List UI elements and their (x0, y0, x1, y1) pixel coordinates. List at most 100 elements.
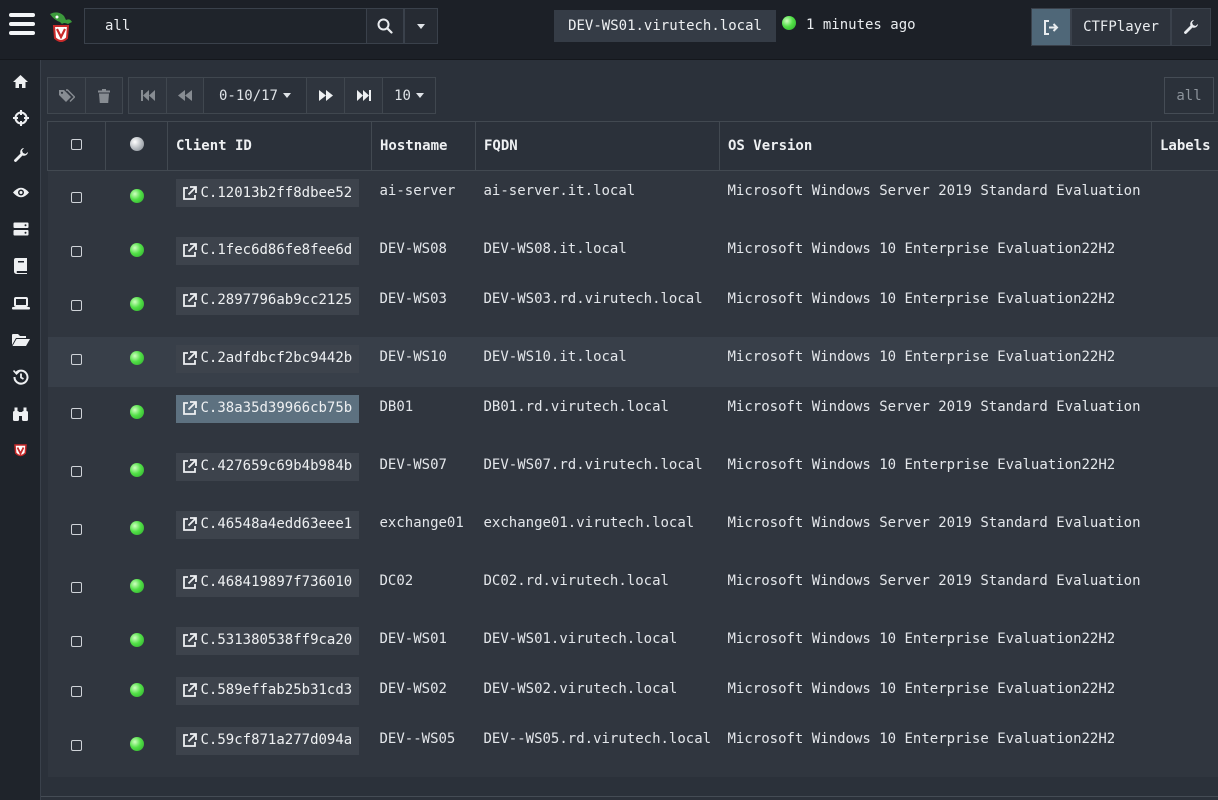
row-checkbox[interactable] (71, 582, 82, 593)
column-header-fqdn[interactable]: FQDN (475, 121, 720, 171)
labels-cell (1152, 445, 1218, 503)
label-clients-button[interactable] (47, 77, 86, 114)
sidebar-item-artifacts[interactable] (0, 141, 41, 169)
online-status-icon (129, 405, 144, 419)
page-size-dropdown[interactable]: 10 (382, 77, 436, 114)
user-menu: CTFPlayer (1031, 8, 1211, 46)
row-select-cell (48, 445, 106, 503)
row-checkbox[interactable] (71, 408, 82, 419)
status-header[interactable] (105, 121, 168, 171)
table-row[interactable]: C.427659c69b4b984b DEV-WS07 DEV-WS07.rd.… (47, 444, 1218, 503)
table-row[interactable]: C.59cf871a277d094a DEV--WS05 DEV--WS05.r… (47, 718, 1218, 777)
table-row[interactable]: C.12013b2ff8dbee52 ai-server ai-server.i… (47, 170, 1218, 229)
labels-cell (1152, 619, 1218, 669)
table-row[interactable]: C.38a35d39966cb75b DB01 DB01.rd.virutech… (47, 386, 1218, 445)
table-row[interactable]: C.468419897f736010 DC02 DC02.rd.virutech… (47, 560, 1218, 619)
client-id-link[interactable]: C.2897796ab9cc2125 (175, 286, 360, 315)
column-header-labels[interactable]: Labels (1151, 121, 1218, 171)
row-checkbox[interactable] (71, 524, 82, 535)
search-input[interactable] (84, 8, 366, 44)
table-filter-input[interactable] (1164, 77, 1214, 114)
sidebar-item-notebooks[interactable] (0, 252, 41, 280)
client-id-text: C.2897796ab9cc2125 (200, 292, 353, 308)
caret-down-icon (415, 93, 424, 98)
username-label[interactable]: CTFPlayer (1071, 8, 1171, 46)
table-row[interactable]: C.589effab25b31cd3 DEV-WS02 DEV-WS02.vir… (47, 668, 1218, 719)
search-dropdown-button[interactable] (404, 8, 438, 44)
hostname-cell: DC02 (379, 572, 414, 589)
row-checkbox[interactable] (71, 246, 82, 257)
velociraptor-logo[interactable] (44, 10, 78, 46)
client-id-link[interactable]: C.12013b2ff8dbee52 (175, 179, 360, 207)
menu-toggle-button[interactable] (9, 13, 35, 41)
client-id-link[interactable]: C.427659c69b4b984b (175, 452, 360, 481)
client-id-cell: C.38a35d39966cb75b (168, 387, 372, 445)
first-page-button[interactable] (128, 77, 167, 114)
client-id-link[interactable]: C.468419897f736010 (175, 568, 360, 597)
next-page-button[interactable] (306, 77, 345, 114)
row-checkbox[interactable] (71, 466, 82, 477)
logout-button[interactable] (1031, 8, 1071, 46)
row-select-cell (48, 171, 106, 229)
client-id-link[interactable]: C.46548a4edd63eee1 (175, 510, 360, 539)
sidebar-item-clients[interactable] (0, 289, 41, 317)
labels-cell (1152, 719, 1218, 777)
user-settings-button[interactable] (1171, 8, 1211, 46)
online-status-icon (129, 351, 144, 365)
column-header-client-id[interactable]: Client ID (167, 121, 372, 171)
sidebar-item-events[interactable] (0, 178, 41, 206)
table-row[interactable]: C.1fec6d86fe8fee6d DEV-WS08 DEV-WS08.it.… (47, 228, 1218, 279)
client-id-link[interactable]: C.1fec6d86fe8fee6d (175, 236, 360, 265)
client-id-link[interactable]: C.59cf871a277d094a (175, 726, 360, 755)
table-row[interactable]: C.2897796ab9cc2125 DEV-WS03 DEV-WS03.rd.… (47, 278, 1218, 337)
external-link-icon (182, 293, 197, 307)
select-all-checkbox[interactable] (71, 139, 82, 150)
client-id-text: C.427659c69b4b984b (200, 458, 353, 474)
row-select-cell (48, 619, 106, 669)
eye-icon (12, 187, 29, 197)
table-row[interactable]: C.531380538ff9ca20 DEV-WS01 DEV-WS01.vir… (47, 618, 1218, 669)
page-range-dropdown[interactable]: 0-10/17 (203, 77, 307, 114)
row-checkbox[interactable] (71, 686, 82, 697)
select-all-header (47, 121, 106, 171)
client-id-link[interactable]: C.38a35d39966cb75b (175, 394, 360, 423)
selected-client-hostname[interactable]: DEV-WS01.virutech.local (554, 10, 776, 42)
sidebar-item-vfs-search[interactable] (0, 400, 41, 428)
row-checkbox[interactable] (71, 740, 82, 751)
client-id-link[interactable]: C.2adfdbcf2bc9442b (175, 344, 360, 373)
binoculars-icon (13, 407, 28, 421)
row-checkbox[interactable] (71, 300, 82, 311)
row-checkbox[interactable] (71, 192, 82, 204)
table-row[interactable]: C.46548a4edd63eee1 exchange01 exchange01… (47, 502, 1218, 561)
sidebar-item-welcome[interactable] (0, 437, 41, 465)
hostname-cell: DB01 (379, 398, 414, 415)
os-version-cell: Microsoft Windows 10 Enterprise Evaluati… (727, 730, 1116, 747)
fqdn-cell: exchange01.virutech.local (483, 514, 695, 531)
table-row[interactable]: C.2adfdbcf2bc9442b DEV-WS10 DEV-WS10.it.… (47, 336, 1218, 387)
client-id-text: C.468419897f736010 (200, 574, 353, 590)
sidebar-item-collected-artifacts[interactable] (0, 363, 41, 391)
sidebar-item-hunt-manager[interactable] (0, 104, 41, 132)
client-id-cell: C.589effab25b31cd3 (168, 669, 372, 719)
client-id-link[interactable]: C.589effab25b31cd3 (175, 676, 360, 705)
row-status-cell (106, 445, 168, 503)
column-header-hostname[interactable]: Hostname (371, 121, 476, 171)
delete-clients-button[interactable] (85, 77, 123, 114)
client-id-text: C.1fec6d86fe8fee6d (200, 242, 353, 258)
row-select-cell (48, 719, 106, 777)
column-header-os-version[interactable]: OS Version (719, 121, 1152, 171)
last-page-button[interactable] (344, 77, 383, 114)
sidebar-item-home[interactable] (0, 67, 41, 95)
hostname-cell: DEV-WS03 (379, 290, 447, 307)
fqdn-cell: DEV-WS03.rd.virutech.local (483, 290, 703, 307)
fqdn-cell: DEV-WS10.it.local (483, 348, 627, 365)
previous-page-button[interactable] (166, 77, 204, 114)
client-id-link[interactable]: C.531380538ff9ca20 (175, 626, 360, 655)
sidebar-item-file-system[interactable] (0, 326, 41, 354)
labels-cell (1152, 229, 1218, 279)
search-button[interactable] (366, 8, 404, 44)
row-checkbox[interactable] (71, 354, 82, 365)
row-checkbox[interactable] (71, 636, 82, 647)
sidebar-item-server-events[interactable] (0, 215, 41, 243)
fqdn-cell: DEV-WS08.it.local (483, 240, 627, 257)
